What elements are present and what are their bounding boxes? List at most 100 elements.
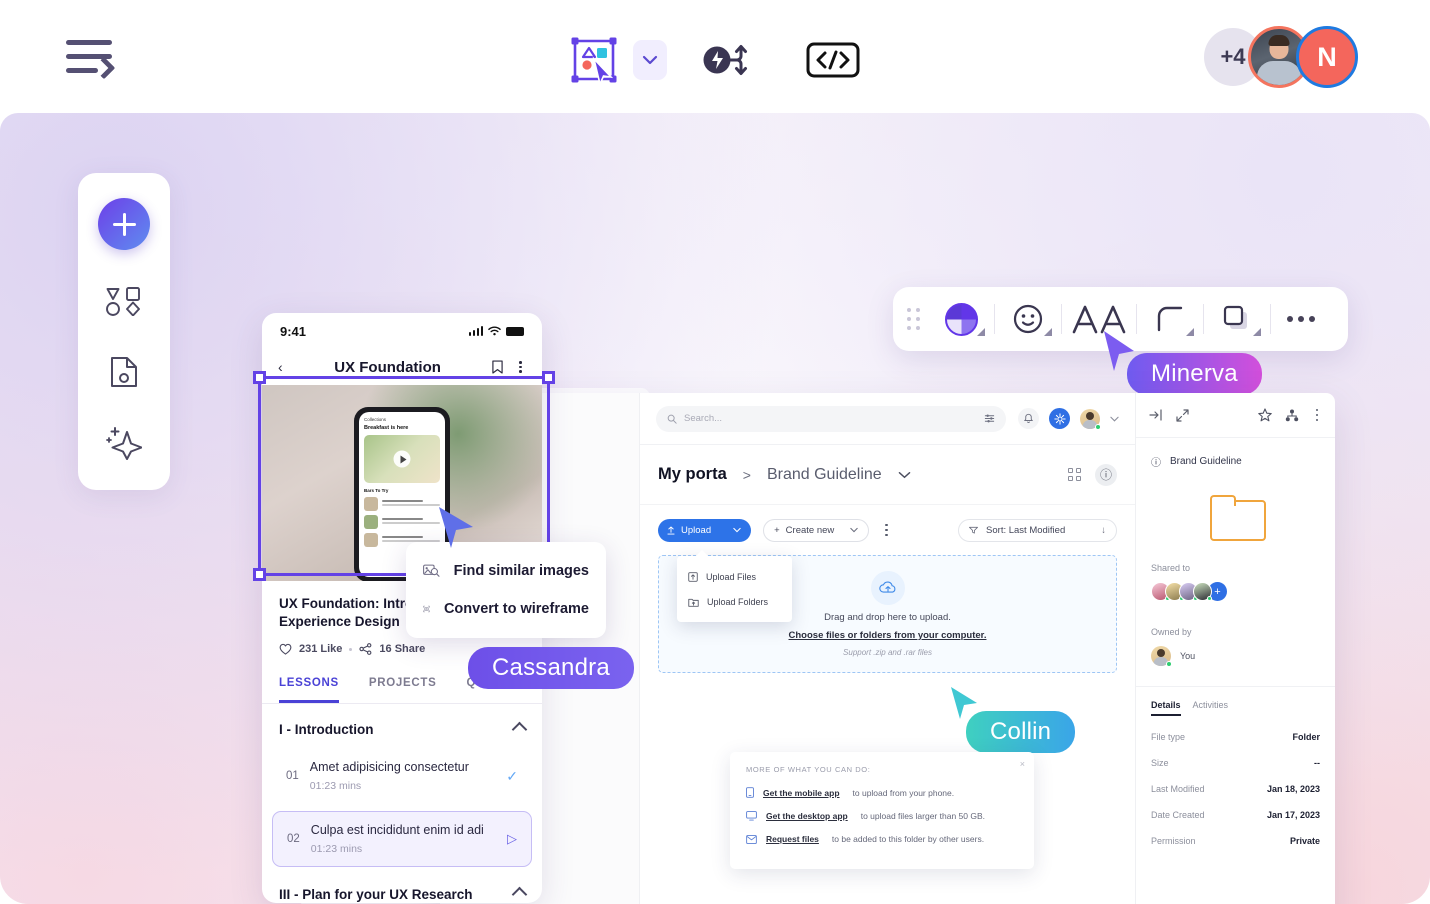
breadcrumb-root[interactable]: My porta bbox=[658, 465, 727, 484]
mobile-icon bbox=[746, 787, 754, 798]
tab-lessons[interactable]: LESSONS bbox=[279, 677, 339, 704]
filter-sliders-icon[interactable] bbox=[984, 413, 995, 424]
tab-projects[interactable]: PROJECTS bbox=[369, 677, 437, 703]
info-icon[interactable]: ⓘ bbox=[1095, 463, 1117, 486]
collab-name-cassandra: Cassandra bbox=[492, 654, 610, 681]
star-icon[interactable] bbox=[1257, 408, 1272, 422]
context-menu: Find similar images Convert to wireframe bbox=[406, 542, 606, 638]
expand-icon[interactable] bbox=[1176, 408, 1189, 422]
detail-value: Jan 17, 2023 bbox=[1266, 810, 1320, 820]
drag-grip-icon[interactable] bbox=[907, 308, 925, 330]
chevron-down-icon[interactable] bbox=[1110, 416, 1119, 422]
dropzone-choose-link[interactable]: Choose files or folders from your comput… bbox=[789, 630, 987, 641]
play-icon bbox=[393, 450, 411, 468]
breadcrumb-current[interactable]: Brand Guideline bbox=[767, 466, 882, 484]
mini-back-label: Collections bbox=[364, 417, 387, 422]
more-card-row-desktop: Get the desktop app to upload files larg… bbox=[746, 811, 1018, 821]
shared-avatar-4[interactable] bbox=[1193, 582, 1212, 601]
battery-icon bbox=[506, 326, 524, 336]
heart-icon[interactable] bbox=[279, 643, 292, 655]
resize-handle-top-right[interactable] bbox=[542, 371, 555, 384]
upload-folders-item[interactable]: Upload Folders bbox=[677, 589, 792, 614]
mini-list-item bbox=[364, 497, 440, 511]
kebab-menu-icon[interactable] bbox=[1312, 405, 1323, 426]
file-manager-topbar: Search... bbox=[640, 393, 1135, 445]
share-icon[interactable] bbox=[359, 643, 372, 656]
chevron-up-icon bbox=[511, 721, 528, 738]
back-chevron-icon[interactable]: ‹ bbox=[278, 359, 283, 375]
check-icon: ✓ bbox=[506, 767, 518, 784]
sparkles-icon[interactable] bbox=[104, 423, 144, 463]
kebab-menu-icon[interactable] bbox=[881, 520, 892, 541]
top-bar: +4 N bbox=[0, 0, 1430, 113]
request-files-desc: to be added to this folder by other user… bbox=[831, 834, 985, 844]
cursor-cassandra bbox=[439, 507, 473, 548]
shapes-icon[interactable] bbox=[104, 281, 144, 321]
detail-row-permission: Permission Private bbox=[1136, 836, 1335, 846]
corner-marker bbox=[1253, 328, 1261, 336]
mini-headline: Breakfast is here bbox=[364, 425, 409, 431]
file-circle-icon[interactable] bbox=[104, 352, 144, 392]
close-icon[interactable]: × bbox=[1020, 759, 1025, 769]
upload-button[interactable]: Upload bbox=[658, 518, 752, 542]
breadcrumb-actions: ⓘ bbox=[1068, 463, 1117, 486]
bookmark-icon[interactable] bbox=[492, 360, 504, 374]
breadcrumb: My porta > Brand Guideline ⓘ bbox=[640, 445, 1135, 505]
bell-icon[interactable] bbox=[1018, 408, 1039, 429]
mini-section-label: Bars To Try bbox=[364, 488, 389, 493]
upload-menu: Upload Files Upload Folders bbox=[677, 550, 792, 622]
code-brackets-icon[interactable] bbox=[805, 39, 861, 81]
get-desktop-app-link[interactable]: Get the desktop app bbox=[766, 811, 848, 821]
left-toolbar bbox=[78, 173, 170, 490]
menu-bar-1 bbox=[66, 40, 112, 45]
avatar-initial[interactable]: N bbox=[1296, 26, 1358, 88]
select-frame-icon[interactable] bbox=[565, 31, 623, 89]
kebab-menu-icon[interactable] bbox=[515, 357, 526, 377]
smiley-icon[interactable] bbox=[1002, 297, 1054, 341]
grid-icon[interactable] bbox=[1068, 468, 1081, 481]
create-new-button[interactable]: + Create new bbox=[763, 518, 870, 542]
owner-row: You bbox=[1136, 646, 1335, 667]
chevron-down-icon[interactable] bbox=[633, 40, 667, 80]
phone-status-bar: 9:41 bbox=[262, 313, 542, 349]
section-title: III - Plan for your UX Research bbox=[279, 887, 473, 903]
like-count: 231 Like bbox=[299, 643, 343, 656]
request-files-link[interactable]: Request files bbox=[766, 834, 819, 844]
section-header-plan-ux-research[interactable]: III - Plan for your UX Research bbox=[262, 867, 542, 903]
desktop-icon bbox=[746, 811, 757, 821]
section-header-introduction[interactable]: I - Introduction bbox=[262, 704, 542, 749]
gear-icon[interactable] bbox=[1049, 408, 1070, 429]
sort-dropdown[interactable]: Sort: Last Modified ↓ bbox=[958, 518, 1117, 542]
avatar-overflow-label: +4 bbox=[1220, 44, 1246, 69]
account-avatar[interactable] bbox=[1080, 408, 1101, 430]
hamburger-arrow-icon[interactable] bbox=[66, 38, 116, 82]
get-mobile-app-link[interactable]: Get the mobile app bbox=[763, 788, 840, 798]
lesson-row[interactable]: 02 Culpa est incididunt enim id adi 01:2… bbox=[272, 811, 532, 868]
play-icon[interactable]: ▷ bbox=[507, 831, 517, 847]
convert-to-wireframe-item[interactable]: Convert to wireframe bbox=[406, 590, 606, 628]
chevron-down-icon[interactable] bbox=[898, 471, 911, 479]
add-collaborator-label: + bbox=[1214, 585, 1221, 598]
detail-key: Size bbox=[1151, 758, 1169, 768]
corner-radius-icon[interactable] bbox=[1144, 297, 1196, 341]
lesson-row[interactable]: 01 Amet adipisicing consectetur 01:23 mi… bbox=[272, 749, 532, 803]
automation-flow-icon[interactable] bbox=[701, 34, 757, 86]
ellipsis-icon[interactable] bbox=[1278, 316, 1324, 322]
divider bbox=[1203, 304, 1204, 334]
share-tree-icon[interactable] bbox=[1285, 409, 1299, 422]
collapse-panel-icon[interactable] bbox=[1149, 409, 1163, 421]
color-wheel-icon[interactable] bbox=[935, 297, 987, 341]
upload-folder-icon bbox=[688, 598, 699, 607]
plus-icon[interactable] bbox=[98, 198, 150, 250]
upload-files-item[interactable]: Upload Files bbox=[677, 564, 792, 589]
upload-label: Upload bbox=[681, 524, 712, 536]
tab-details[interactable]: Details bbox=[1151, 700, 1181, 716]
search-input[interactable]: Search... bbox=[656, 405, 1006, 432]
collab-tag-cassandra: Cassandra bbox=[468, 647, 634, 689]
detail-key: Last Modified bbox=[1151, 784, 1205, 794]
tab-activities[interactable]: Activities bbox=[1193, 700, 1229, 716]
breadcrumb-separator: > bbox=[742, 466, 751, 483]
file-manager-actions: Upload + Create new Sort: Last Modified … bbox=[640, 505, 1135, 555]
square-layers-icon[interactable] bbox=[1211, 297, 1263, 341]
find-similar-images-item[interactable]: Find similar images bbox=[406, 552, 606, 590]
